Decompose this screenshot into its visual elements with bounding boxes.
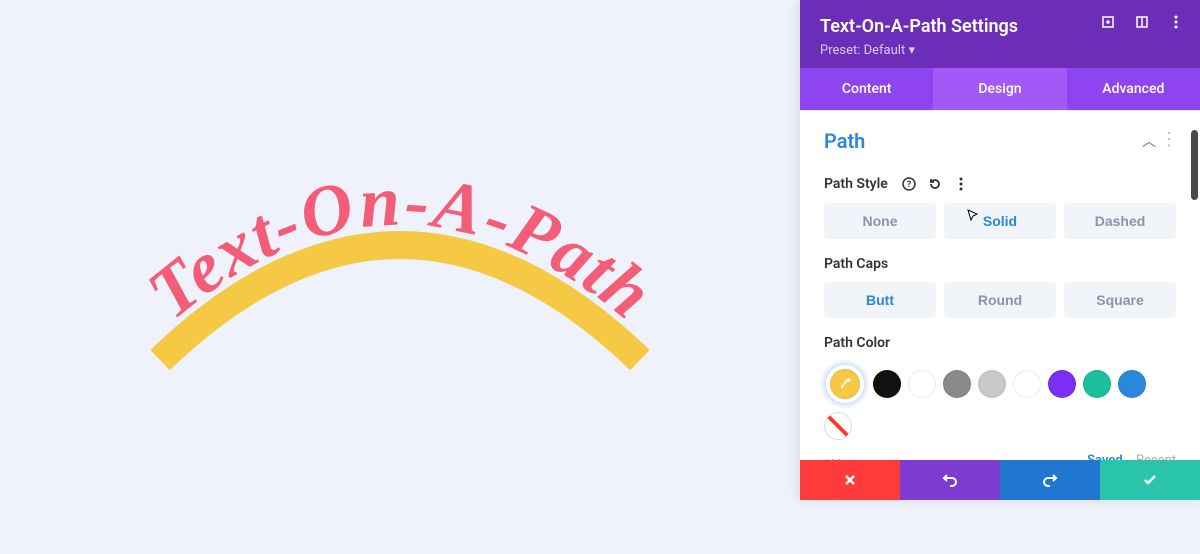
path-caps-label: Path Caps [824,256,888,272]
path-color-label: Path Color [824,335,890,351]
field-more-icon[interactable] [952,175,970,193]
path-style-none[interactable]: None [824,203,936,239]
svg-text:?: ? [907,180,912,190]
tab-content[interactable]: Content [800,68,933,110]
swatch-blue[interactable] [1118,370,1146,398]
tabs: Content Design Advanced [800,68,1200,110]
swatch-white2[interactable] [1013,370,1041,398]
swatch-white[interactable] [908,370,936,398]
field-path-color: Path Color ⋯ Saved Recent [800,322,1200,475]
collapse-icon[interactable]: ︿ [1142,131,1156,151]
undo-icon [941,471,959,489]
path-caps-round[interactable]: Round [944,282,1056,318]
tab-advanced[interactable]: Advanced [1067,68,1200,110]
section-title: Path [824,129,1176,153]
panel-header: Text-On-A-Path Settings Preset: Default … [800,0,1200,68]
layout-icon[interactable] [1134,14,1150,30]
swatch-selected[interactable] [824,363,866,405]
preset-selector[interactable]: Preset: Default ▾ [820,43,1180,58]
undo-button[interactable] [900,460,1000,500]
text-on-path-svg: Text-On-A-Path [100,50,700,450]
chevron-down-icon: ▾ [908,43,915,58]
path-caps-square[interactable]: Square [1064,282,1176,318]
check-icon [1141,471,1159,489]
swatch-black[interactable] [873,370,901,398]
section-more-icon[interactable]: ⋮ [1160,129,1178,150]
cancel-button[interactable] [800,460,900,500]
confirm-button[interactable] [1100,460,1200,500]
help-icon[interactable]: ? [900,175,918,193]
scrollbar[interactable] [1191,130,1198,200]
path-style-label: Path Style [824,176,888,192]
swatch-purple[interactable] [1048,370,1076,398]
swatch-teal[interactable] [1083,370,1111,398]
path-style-dashed[interactable]: Dashed [1064,203,1176,239]
section-path: Path ︿ ⋮ [800,110,1200,163]
field-path-style: Path Style ? None Solid Dashed [800,163,1200,243]
redo-icon [1041,471,1059,489]
path-style-solid[interactable]: Solid [944,203,1056,239]
more-icon[interactable] [1168,14,1184,30]
canvas-preview: Text-On-A-Path [0,0,800,500]
path-caps-butt[interactable]: Butt [824,282,936,318]
settings-panel: Text-On-A-Path Settings Preset: Default … [800,0,1200,500]
swatch-lightgray[interactable] [978,370,1006,398]
swatch-transparent[interactable] [824,412,852,440]
swatch-gray[interactable] [943,370,971,398]
close-icon [842,472,858,488]
field-path-caps: Path Caps Butt Round Square [800,243,1200,322]
redo-button[interactable] [1000,460,1100,500]
bottom-action-bar [800,460,1200,500]
expand-icon[interactable] [1100,14,1116,30]
reset-icon[interactable] [926,175,944,193]
tab-design[interactable]: Design [933,68,1066,110]
eyedropper-icon [837,376,853,392]
